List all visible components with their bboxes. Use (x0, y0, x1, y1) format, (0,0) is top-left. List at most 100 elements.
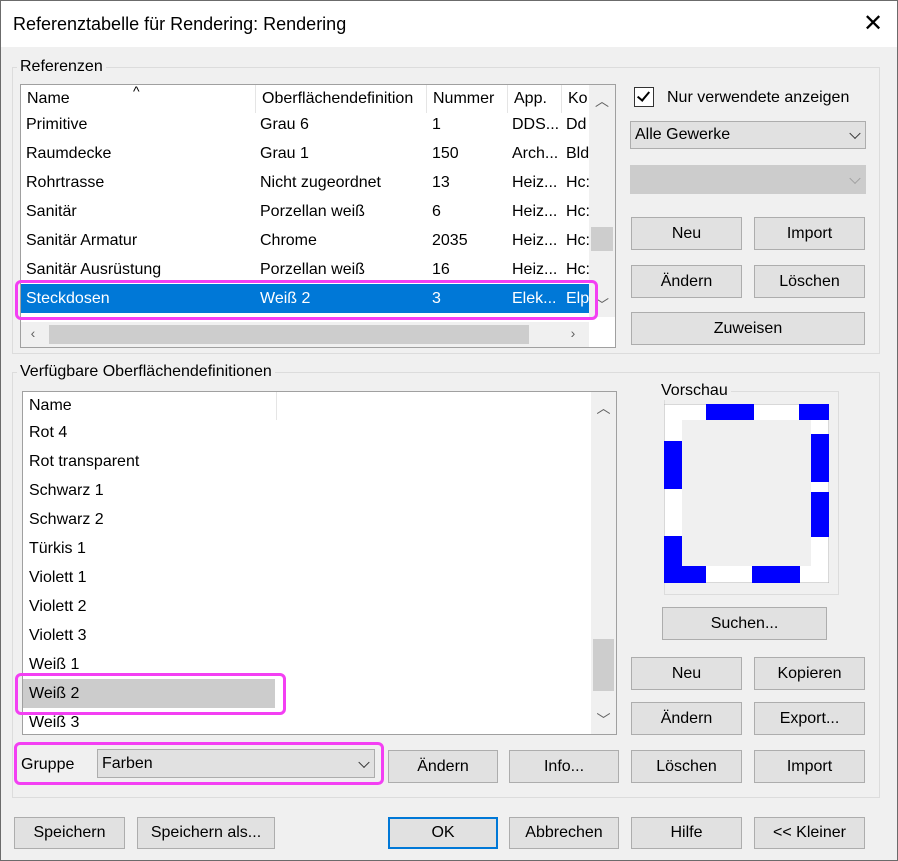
table-cell: Grau 1 (260, 145, 309, 162)
dialog-window: Referenztabelle für Rendering: Rendering… (0, 0, 898, 861)
table-cell: 150 (432, 145, 459, 162)
ref-change-button[interactable]: Ändern (631, 265, 742, 298)
search-button[interactable]: Suchen... (662, 607, 827, 640)
table-cell: Hc: (566, 261, 590, 278)
table-cell: Primitive (26, 116, 88, 133)
list-item[interactable]: Weiß 1 (23, 650, 583, 679)
group-change-button[interactable]: Ändern (388, 750, 498, 783)
preview-title: Vorschau (658, 382, 731, 400)
list-item[interactable]: Türkis 1 (23, 534, 583, 563)
column-header-ko[interactable]: Ko (562, 85, 592, 113)
scroll-up-icon[interactable]: ︿ (589, 91, 615, 111)
table-cell: 13 (432, 174, 450, 191)
chevron-down-icon (849, 172, 861, 184)
table-cell: Steckdosen (26, 290, 110, 307)
secondary-select (630, 165, 866, 194)
table-row[interactable]: Sanitär Ausrüstung Porzellan weiß 16 Heiz..… (21, 255, 590, 284)
cancel-button[interactable]: Abbrechen (509, 817, 619, 849)
def-new-button[interactable]: Neu (631, 657, 742, 690)
group-select[interactable]: Farben (97, 749, 375, 778)
title-bar: Referenztabelle für Rendering: Rendering… (1, 1, 897, 47)
def-copy-button[interactable]: Kopieren (754, 657, 865, 690)
definitions-list[interactable]: Name Rot 4 Rot transparent Schwarz 1 Schwar… (22, 391, 617, 735)
table-cell: Sanitär (26, 203, 77, 220)
list-item[interactable]: Violett 2 (23, 592, 583, 621)
table-cell: Sanitär Armatur (26, 232, 138, 249)
table-row[interactable]: Steckdosen Weiß 2 3 Elek... Elp (21, 284, 589, 313)
table-cell: Elek... (512, 290, 557, 307)
list-item[interactable]: Rot 4 (23, 418, 583, 447)
scroll-left-icon[interactable]: ‹ (25, 325, 41, 341)
definitions-header-name[interactable]: Name (23, 392, 277, 420)
close-icon[interactable]: ✕ (856, 9, 890, 39)
definitions-vscrollbar[interactable]: ︿ ﹀ (591, 392, 616, 734)
list-item[interactable]: Schwarz 1 (23, 476, 583, 505)
ok-button[interactable]: OK (388, 817, 498, 849)
column-header-number[interactable]: Nummer (427, 85, 508, 113)
table-cell: Dd (566, 116, 587, 133)
table-cell: Sanitär Ausrüstung (26, 261, 162, 278)
info-button[interactable]: Info... (509, 750, 619, 783)
table-row[interactable]: Sanitär Porzellan weiß 6 Heiz... Hc: (21, 197, 590, 226)
scroll-thumb[interactable] (591, 227, 613, 251)
column-header-name[interactable]: Name ^ (21, 85, 256, 113)
table-cell: DDS... (512, 116, 560, 133)
smaller-button[interactable]: << Kleiner (754, 817, 865, 849)
list-item[interactable]: Violett 1 (23, 563, 583, 592)
list-item[interactable]: Rot transparent (23, 447, 583, 476)
table-cell: Nicht zugeordnet (260, 174, 381, 191)
table-cell: Bld (566, 145, 590, 162)
table-row[interactable]: Sanitär Armatur Chrome 2035 Heiz... Hc: (21, 226, 590, 255)
table-cell: Hc: (566, 203, 590, 220)
def-change-button[interactable]: Ändern (631, 702, 742, 735)
def-export-button[interactable]: Export... (754, 702, 865, 735)
help-button[interactable]: Hilfe (631, 817, 742, 849)
list-item[interactable]: Weiß 3 (23, 708, 583, 734)
table-cell: Rohrtrasse (26, 174, 105, 191)
list-item[interactable]: Schwarz 2 (23, 505, 583, 534)
table-cell: Hc: (566, 232, 590, 249)
check-icon (636, 88, 651, 102)
table-cell: Hc: (566, 174, 590, 191)
scroll-down-icon[interactable]: ﹀ (589, 295, 615, 315)
list-item[interactable]: Weiß 2 (23, 679, 275, 708)
references-table[interactable]: Name ^ Oberflächendefinition Nummer App.… (20, 84, 616, 348)
assign-button[interactable]: Zuweisen (631, 312, 865, 345)
save-as-button[interactable]: Speichern als... (137, 817, 275, 849)
def-delete-button[interactable]: Löschen (631, 750, 742, 783)
show-used-checkbox[interactable] (634, 87, 654, 107)
chevron-down-icon (358, 756, 370, 768)
table-row[interactable]: Primitive Grau 6 1 DDS... Dd (21, 110, 589, 139)
scroll-thumb[interactable] (593, 639, 614, 691)
trade-select[interactable]: Alle Gewerke (630, 121, 866, 149)
table-cell: 1 (432, 116, 441, 133)
table-cell: 16 (432, 261, 450, 278)
def-import-button[interactable]: Import (754, 750, 865, 783)
table-cell: Grau 6 (260, 116, 309, 133)
ref-delete-button[interactable]: Löschen (754, 265, 865, 298)
scroll-right-icon[interactable]: › (565, 325, 581, 341)
hscroll-thumb[interactable] (49, 325, 529, 344)
table-cell: Heiz... (512, 203, 558, 220)
references-vscrollbar[interactable]: ︿ ﹀ (589, 85, 615, 317)
table-cell: 6 (432, 203, 441, 220)
ref-new-button[interactable]: Neu (631, 217, 742, 250)
scroll-up-icon[interactable]: ︿ (591, 398, 616, 418)
table-row[interactable]: Rohrtrasse Nicht zugeordnet 13 Heiz... Hc: (21, 168, 590, 197)
table-cell: Porzellan weiß (260, 203, 365, 220)
references-group-title: Referenzen (17, 58, 106, 76)
scroll-down-icon[interactable]: ﹀ (591, 710, 616, 730)
group-label: Gruppe (21, 756, 75, 773)
table-cell: Heiz... (512, 232, 558, 249)
save-button[interactable]: Speichern (14, 817, 125, 849)
table-cell: 3 (432, 290, 441, 307)
table-row[interactable]: Raumdecke Grau 1 150 Arch... Bld (21, 139, 589, 168)
references-hscrollbar[interactable]: ‹ › (21, 322, 589, 347)
definitions-group-title: Verfügbare Oberflächendefinitionen (17, 363, 275, 381)
ref-import-button[interactable]: Import (754, 217, 865, 250)
trade-select-value: Alle Gewerke (635, 126, 731, 143)
column-header-surface[interactable]: Oberflächendefinition (256, 85, 427, 113)
list-item[interactable]: Violett 3 (23, 621, 583, 650)
table-cell: 2035 (432, 232, 468, 249)
column-header-app[interactable]: App. (508, 85, 562, 113)
